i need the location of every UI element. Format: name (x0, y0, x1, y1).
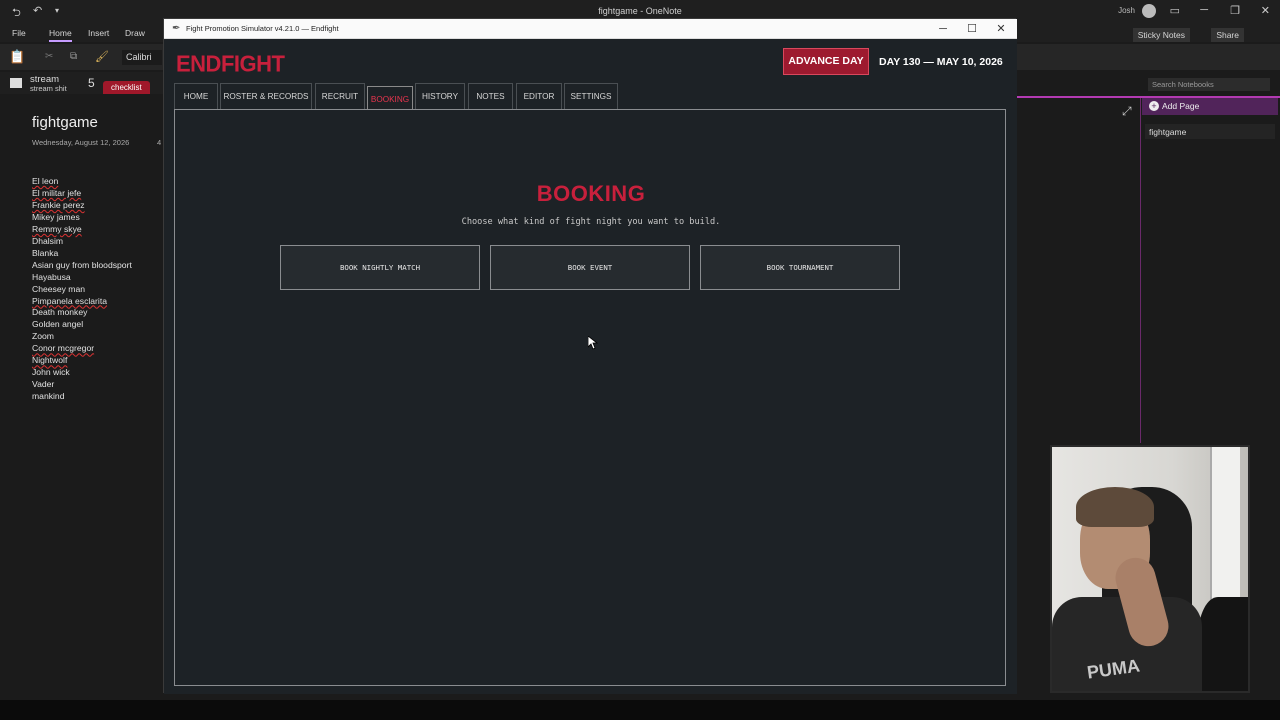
tab-notes[interactable]: NOTES (468, 83, 513, 109)
ribbon-tab-home[interactable]: Home (49, 28, 72, 42)
ribbon-tab-draw[interactable]: Draw (125, 28, 145, 38)
cut-icon[interactable]: ✂ (45, 51, 53, 62)
close-icon[interactable]: ✕ (986, 21, 1016, 37)
page-date: Wednesday, August 12, 2026 (32, 138, 130, 147)
restore-icon[interactable]: ❐ (1230, 4, 1240, 17)
webcam-door (1210, 447, 1240, 607)
maximize-icon[interactable]: ☐ (957, 21, 987, 37)
booking-panel: BOOKING Choose what kind of fight night … (174, 109, 1006, 686)
minimize-icon[interactable]: ─ (928, 21, 958, 37)
tab-history[interactable]: HISTORY (415, 83, 465, 109)
list-item[interactable]: Frankie perez (32, 200, 132, 212)
advance-day-button[interactable]: ADVANCE DAY (783, 48, 869, 75)
game-window-title: Fight Promotion Simulator v4.21.0 — Endf… (186, 24, 339, 33)
tab-home[interactable]: HOME (174, 83, 218, 109)
list-item[interactable]: Vader (32, 379, 132, 391)
list-item[interactable]: Pimpanela esclarita (32, 296, 132, 308)
avatar[interactable] (1142, 4, 1156, 18)
book-tournament-button[interactable]: BOOK TOURNAMENT (700, 245, 900, 290)
ribbon-tab-file[interactable]: File (12, 28, 26, 38)
page-list-pane (1140, 98, 1280, 443)
list-item[interactable]: El militar jefe (32, 188, 132, 200)
list-item[interactable]: Asian guy from bloodsport (32, 260, 132, 272)
game-titlebar: ✒ Fight Promotion Simulator v4.21.0 — En… (164, 19, 1017, 39)
tab-settings[interactable]: SETTINGS (564, 83, 618, 109)
list-item[interactable]: Nightwolf (32, 355, 132, 367)
tab-editor[interactable]: EDITOR (516, 83, 562, 109)
webcam-feed: PUMA (1050, 445, 1250, 693)
list-item[interactable]: Golden angel (32, 319, 132, 331)
onenote-window-title: fightgame - OneNote (598, 6, 682, 16)
add-page-icon: + (1149, 101, 1159, 111)
fighter-list: El leon El militar jefe Frankie perez Mi… (32, 176, 132, 403)
list-item[interactable]: El leon (32, 176, 132, 188)
section-tab-checklist[interactable]: checklist (103, 81, 150, 94)
list-item[interactable]: Remmy skye (32, 224, 132, 236)
format-painter-icon[interactable]: 🖌 (95, 50, 109, 63)
page-title[interactable]: fightgame (32, 114, 98, 131)
page-title: BOOKING (536, 181, 646, 206)
game-content: ENDFIGHT ADVANCE DAY DAY 130 — MAY 10, 2… (164, 39, 1017, 694)
page-time: 4 (157, 138, 162, 147)
share-button[interactable]: Share (1211, 28, 1244, 42)
tab-roster-records[interactable]: ROSTER & RECORDS (220, 83, 312, 109)
list-item[interactable]: Conor mcgregor (32, 343, 132, 355)
sticky-notes-button[interactable]: Sticky Notes (1132, 28, 1190, 42)
taskbar-strip (0, 700, 1280, 720)
game-window: ✒ Fight Promotion Simulator v4.21.0 — En… (163, 18, 1017, 694)
day-indicator: DAY 130 — MAY 10, 2026 (879, 56, 1003, 68)
list-item[interactable]: Dhalsim (32, 236, 132, 248)
font-name-field[interactable]: Calibri (122, 50, 162, 65)
app-logo: ENDFIGHT (176, 50, 285, 77)
feather-icon: ✒ (172, 23, 181, 34)
paste-icon[interactable]: 📋 (9, 49, 25, 65)
list-item[interactable]: Mikey james (32, 212, 132, 224)
copy-icon[interactable]: ⧉ (70, 51, 77, 62)
book-nightly-match-button[interactable]: BOOK NIGHTLY MATCH (280, 245, 480, 290)
section-badge: 5 (88, 76, 95, 90)
tab-recruit[interactable]: RECRUIT (315, 83, 365, 109)
search-input[interactable]: Search Notebooks (1148, 78, 1270, 91)
expand-icon[interactable]: ⤢ (1122, 104, 1132, 119)
close-icon[interactable]: ✕ (1261, 4, 1270, 17)
notebook-icon[interactable] (10, 78, 22, 88)
page-subtitle: Choose what kind of fight night you want… (461, 217, 721, 227)
list-item[interactable]: Cheesey man (32, 284, 132, 296)
book-event-button[interactable]: BOOK EVENT (490, 245, 690, 290)
list-item[interactable]: Hayabusa (32, 272, 132, 284)
ribbon-tab-insert[interactable]: Insert (88, 28, 109, 38)
page-list-item[interactable]: fightgame (1145, 124, 1275, 139)
list-item[interactable]: Death monkey (32, 307, 132, 319)
list-item[interactable]: mankind (32, 391, 132, 403)
section-subtitle: stream shit (30, 84, 67, 93)
list-item[interactable]: Zoom (32, 331, 132, 343)
list-item[interactable]: Blanka (32, 248, 132, 260)
webcam-person-hair (1076, 487, 1154, 527)
list-item[interactable]: John wick (32, 367, 132, 379)
ribbon-display-icon[interactable]: ▭ (1170, 4, 1180, 17)
user-name: Josh (1118, 6, 1135, 15)
add-page-button[interactable]: Add Page (1142, 98, 1278, 115)
webcam-dog (1198, 597, 1248, 691)
minimize-icon[interactable]: ─ (1200, 4, 1208, 16)
